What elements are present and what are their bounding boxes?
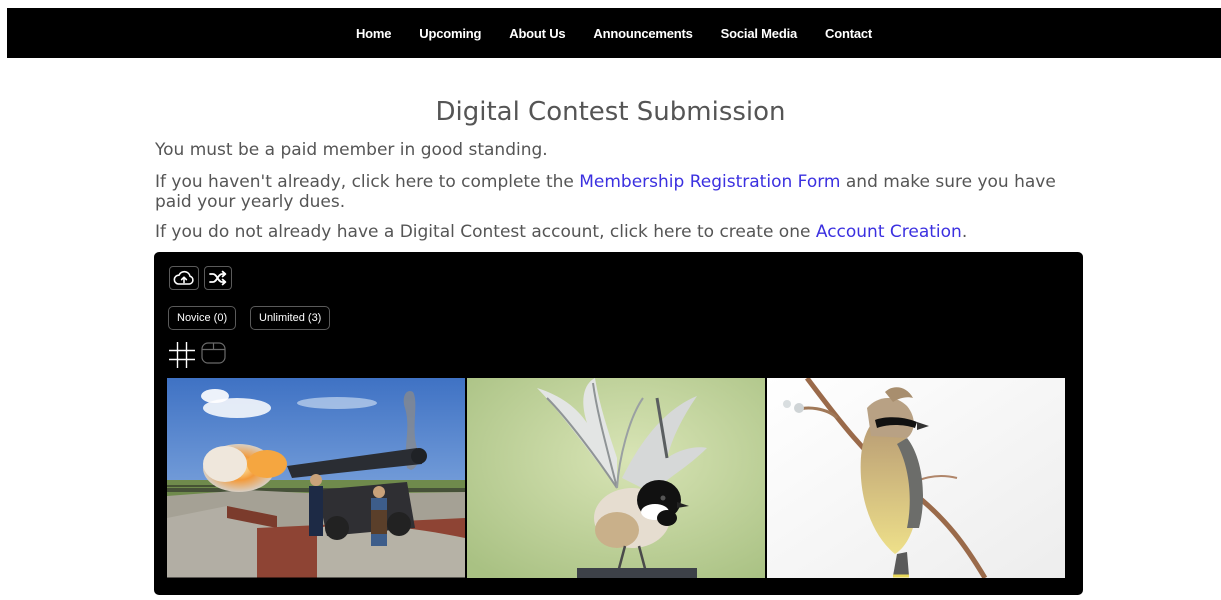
category-novice[interactable]: Novice (0) [168,306,237,330]
page-title: Digital Contest Submission [435,97,786,127]
grid-view-icon[interactable] [168,341,196,369]
chickadee-photo[interactable] [467,378,765,578]
shuffle-icon [209,270,227,286]
account-text-after: . [961,222,968,242]
cloud-upload-icon [173,270,194,285]
top-navigation: Home Upcoming About Us Announcements Soc… [7,8,1221,58]
single-view-icon[interactable] [201,342,226,364]
nav-about-us[interactable]: About Us [509,26,565,41]
shuffle-button[interactable] [204,266,232,290]
membership-registration-link[interactable]: Membership Registration Form [579,172,840,192]
membership-notice: You must be a paid member in good standi… [155,140,548,160]
nav-upcoming[interactable]: Upcoming [419,26,481,41]
nav-announcements[interactable]: Announcements [593,26,692,41]
cedar-waxwing-photo[interactable] [767,378,1065,578]
nav-social-media[interactable]: Social Media [721,26,798,41]
registration-text-before: If you haven't already, click here to co… [155,172,580,192]
upload-button[interactable] [169,266,199,290]
account-instructions: If you do not already have a Digital Con… [155,222,1085,242]
account-creation-link[interactable]: Account Creation [816,222,962,242]
nav-home[interactable]: Home [356,26,392,41]
registration-instructions: If you haven't already, click here to co… [155,172,1085,212]
cannon-firing-photo[interactable] [167,378,465,578]
nav-contact[interactable]: Contact [825,26,872,41]
category-unlimited[interactable]: Unlimited (3) [250,306,331,330]
account-text-before: If you do not already have a Digital Con… [155,222,816,242]
gallery-panel: Novice (0) Unlimited (3) [154,252,1083,595]
